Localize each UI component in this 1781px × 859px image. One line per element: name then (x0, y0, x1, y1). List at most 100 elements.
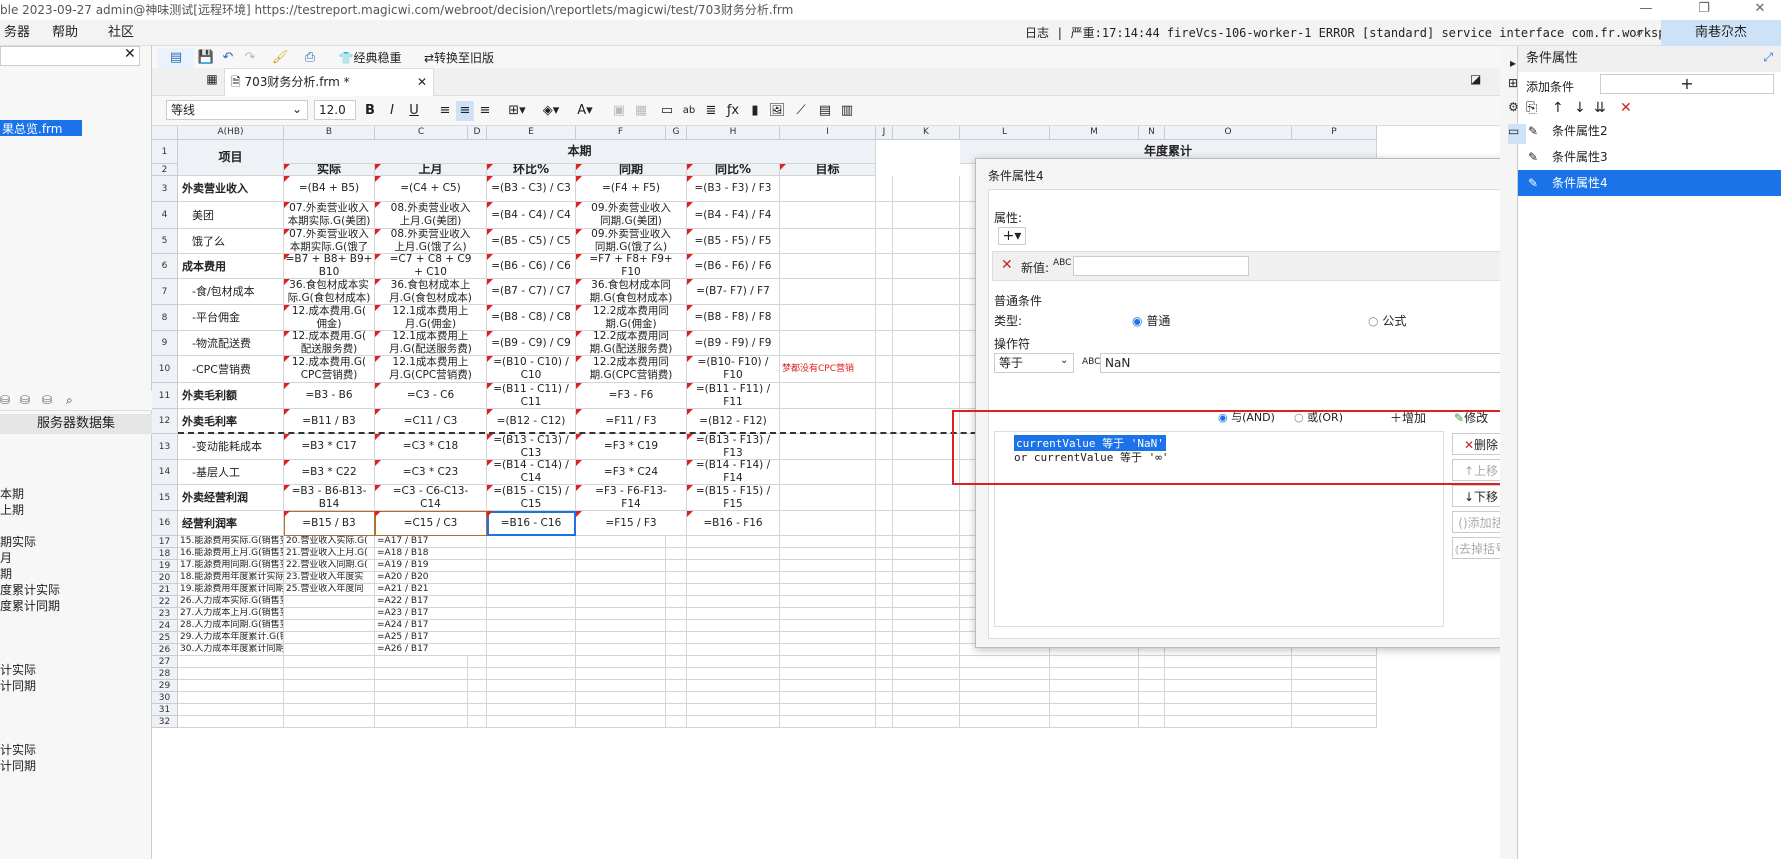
radio-normal[interactable]: ◉ 普通 (1132, 312, 1170, 329)
empty-cell[interactable] (876, 584, 893, 596)
formula-cell[interactable]: =F11 / F3 (576, 409, 687, 434)
formula-cell[interactable]: =F7 + F8+ F9+ F10 (576, 254, 687, 279)
preview-icon[interactable]: ⎙ (300, 48, 320, 68)
formula-cell[interactable]: =(B15 - F15) / F15 (687, 485, 780, 511)
empty-cell[interactable] (893, 409, 960, 434)
small-cell[interactable]: 19.能源费用年度累计同期.G( (178, 584, 284, 596)
empty-cell[interactable] (687, 716, 780, 728)
formula-cell[interactable]: 09.外卖营业收入 同期.G(美团) (576, 202, 687, 229)
empty-cell[interactable] (576, 716, 666, 728)
empty-cell[interactable] (780, 536, 876, 548)
row-label[interactable]: -CPC营销费 (178, 356, 284, 383)
undo-icon[interactable]: ↶ (218, 48, 238, 68)
empty-cell[interactable] (178, 680, 284, 692)
empty-cell[interactable] (780, 632, 876, 644)
header-cell[interactable]: 同比% (687, 164, 780, 176)
column-header[interactable]: F (576, 126, 666, 140)
empty-cell[interactable] (487, 716, 576, 728)
small-cell[interactable]: =A25 / B17 (375, 632, 487, 644)
header-cell[interactable]: 环比% (487, 164, 576, 176)
small-cell[interactable]: =A24 / B17 (375, 620, 487, 632)
condition-list-item[interactable]: ✎ 条件属性4 (1518, 170, 1781, 196)
small-cell[interactable]: 30.人力成本年度累计同期.G( (178, 644, 284, 656)
formula-cell[interactable]: =(B10 - C10) / C10 (487, 356, 576, 383)
selected-file[interactable]: 果总览.frm (0, 120, 82, 136)
empty-cell[interactable] (1292, 692, 1377, 704)
list-item[interactable]: 计实际 (0, 662, 60, 678)
condition-icon[interactable]: ▭ (1508, 124, 1526, 144)
empty-cell[interactable] (876, 202, 893, 229)
condition-list-item[interactable]: ✎ 条件属性3 (1518, 144, 1781, 170)
formula-cell[interactable]: =C15 / C3 (375, 511, 487, 536)
empty-cell[interactable] (687, 584, 780, 596)
empty-cell[interactable] (893, 176, 960, 202)
empty-cell[interactable] (876, 383, 893, 409)
small-cell[interactable] (284, 608, 375, 620)
chevron-down-icon[interactable]: ⌄ (288, 100, 308, 120)
empty-cell[interactable] (876, 608, 893, 620)
align-center-icon[interactable]: ≡ (456, 101, 474, 121)
small-cell[interactable]: 17.能源费用同期.G(销售变动 (178, 560, 284, 572)
row-header[interactable]: 31 (152, 704, 178, 716)
formula-cell[interactable]: =(B14 - F14) / F14 (687, 460, 780, 485)
formula-cell[interactable]: =(B6 - C6) / C6 (487, 254, 576, 279)
row-label[interactable]: -变动能耗成本 (178, 434, 284, 460)
empty-cell[interactable] (576, 572, 666, 584)
empty-cell[interactable] (375, 680, 468, 692)
empty-cell[interactable] (487, 536, 576, 548)
empty-cell[interactable] (893, 434, 960, 460)
row-header[interactable]: 16 (152, 511, 178, 536)
text-icon[interactable]: ab (680, 101, 698, 121)
empty-cell[interactable] (876, 176, 893, 202)
font-color-icon[interactable]: A▾ (570, 101, 600, 121)
formula-cell[interactable]: =(B12 - F12) (687, 409, 780, 434)
empty-cell[interactable] (666, 704, 687, 716)
empty-cell[interactable] (780, 716, 876, 728)
row-header[interactable]: 28 (152, 668, 178, 680)
row-header[interactable]: 10 (152, 356, 178, 383)
list-item[interactable]: 本期 (0, 486, 60, 502)
empty-cell[interactable] (487, 584, 576, 596)
target-cell[interactable] (780, 176, 876, 202)
corner-cell[interactable] (152, 126, 178, 140)
row-label[interactable]: 成本费用 (178, 254, 284, 279)
empty-cell[interactable] (780, 560, 876, 572)
empty-cell[interactable] (893, 620, 960, 632)
widget-icon[interactable]: ⚙ (1508, 100, 1526, 120)
empty-cell[interactable] (178, 668, 284, 680)
formula-cell[interactable]: =(B7 - C7) / C7 (487, 279, 576, 305)
abc-icon[interactable]: ABC (1053, 258, 1071, 268)
formula-cell[interactable]: 08.外卖营业收入 上月.G(美团) (375, 202, 487, 229)
row-label[interactable]: -食/包材成本 (178, 279, 284, 305)
formula-cell[interactable]: 36.食包材成本同 期.G(食包材成本) (576, 279, 687, 305)
close-icon[interactable]: ✕ (124, 46, 136, 62)
insert-cell-icon[interactable]: ▭ (658, 101, 676, 121)
formula-cell[interactable]: =(B4 + B5) (284, 176, 375, 202)
formula-cell[interactable]: =(B3 - F3) / F3 (687, 176, 780, 202)
empty-cell[interactable] (178, 692, 284, 704)
empty-cell[interactable] (893, 305, 960, 331)
column-header[interactable]: N (1139, 126, 1165, 140)
target-cell[interactable] (780, 229, 876, 254)
small-cell[interactable]: 22.营业收入同期.G( (284, 560, 375, 572)
empty-cell[interactable] (666, 548, 687, 560)
column-header[interactable]: O (1165, 126, 1292, 140)
row-header[interactable]: 1 (152, 140, 178, 164)
empty-cell[interactable] (284, 704, 375, 716)
small-cell[interactable]: 28.人力成本同期.G(销售变动 (178, 620, 284, 632)
empty-cell[interactable] (876, 279, 893, 305)
small-cell[interactable]: =A22 / B17 (375, 596, 487, 608)
empty-cell[interactable] (780, 692, 876, 704)
list-item[interactable]: 月 (0, 550, 60, 566)
row-header[interactable]: 26 (152, 644, 178, 656)
empty-cell[interactable] (893, 584, 960, 596)
empty-cell[interactable] (876, 620, 893, 632)
column-header[interactable]: B (284, 126, 375, 140)
formula-cell[interactable]: =(B13 - F13) / F13 (687, 434, 780, 460)
formula-cell[interactable]: =B3 - B6 (284, 383, 375, 409)
empty-cell[interactable] (666, 620, 687, 632)
list-item[interactable]: 计同期 (0, 678, 60, 694)
font-size-select[interactable]: 12.0 (314, 100, 356, 120)
underline-button[interactable]: U (406, 101, 422, 121)
empty-cell[interactable] (1292, 704, 1377, 716)
